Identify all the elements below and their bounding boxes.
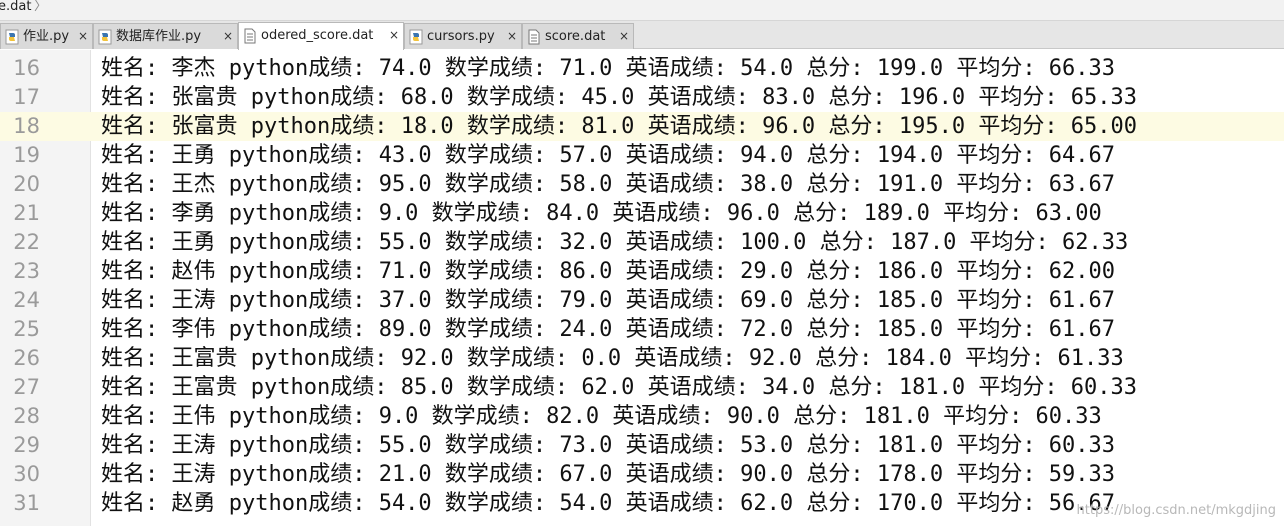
- code-line-text: 姓名: 李勇 python成绩: 9.0 数学成绩: 84.0 英语成绩: 96…: [101, 201, 1102, 226]
- watermark-text: https://blog.csdn.net/mkgdjing: [1076, 503, 1276, 518]
- breadcrumb-file[interactable]: e.dat: [0, 0, 31, 17]
- code-line-text: 姓名: 李杰 python成绩: 74.0 数学成绩: 71.0 英语成绩: 5…: [101, 56, 1116, 81]
- python-file-icon: [5, 29, 19, 45]
- line-number: 24: [13, 288, 40, 312]
- line-number: 31: [13, 491, 40, 515]
- code-line[interactable]: 30 姓名: 王涛 python成绩: 21.0 数学成绩: 67.0 英语成绩:…: [0, 460, 1284, 489]
- editor-tab-bar: 作业.py × 数据库作业.py × odered_score.dat × cu…: [0, 21, 1284, 50]
- code-line[interactable]: 27 姓名: 王富贵 python成绩: 85.0 数学成绩: 62.0 英语成绩…: [0, 373, 1284, 402]
- python-file-icon: [98, 29, 112, 45]
- code-line[interactable]: 17 姓名: 张富贵 python成绩: 68.0 数学成绩: 45.0 英语成绩…: [0, 83, 1284, 112]
- code-line[interactable]: 21 姓名: 李勇 python成绩: 9.0 数学成绩: 84.0 英语成绩: …: [0, 199, 1284, 228]
- code-line-text: 姓名: 赵勇 python成绩: 54.0 数学成绩: 54.0 英语成绩: 6…: [101, 491, 1116, 516]
- code-line-text: 姓名: 王富贵 python成绩: 85.0 数学成绩: 62.0 英语成绩: …: [101, 375, 1138, 400]
- code-line[interactable]: 23 姓名: 赵伟 python成绩: 71.0 数学成绩: 86.0 英语成绩:…: [0, 257, 1284, 286]
- line-number: 29: [13, 433, 40, 457]
- line-number: 20: [13, 172, 40, 196]
- tab-odered-score-dat[interactable]: odered_score.dat ×: [238, 22, 404, 50]
- code-line-text: 姓名: 王伟 python成绩: 9.0 数学成绩: 82.0 英语成绩: 90…: [101, 404, 1102, 429]
- code-line-text: 姓名: 王涛 python成绩: 55.0 数学成绩: 73.0 英语成绩: 5…: [101, 433, 1116, 458]
- python-file-icon: [409, 29, 423, 45]
- code-line-text: 姓名: 李伟 python成绩: 89.0 数学成绩: 24.0 英语成绩: 7…: [101, 317, 1116, 342]
- tab-label: 数据库作业.py: [116, 29, 202, 44]
- code-line-text: 姓名: 王富贵 python成绩: 92.0 数学成绩: 0.0 英语成绩: 9…: [101, 346, 1124, 371]
- code-line[interactable]: 26 姓名: 王富贵 python成绩: 92.0 数学成绩: 0.0 英语成绩:…: [0, 344, 1284, 373]
- close-icon[interactable]: ×: [619, 24, 629, 49]
- tab-label: cursors.py: [427, 29, 495, 44]
- code-line-text: 姓名: 王杰 python成绩: 95.0 数学成绩: 58.0 英语成绩: 3…: [101, 172, 1116, 197]
- text-file-icon: [244, 28, 256, 44]
- line-number: 19: [13, 143, 40, 167]
- close-icon[interactable]: ×: [223, 24, 233, 49]
- breadcrumb-separator: 〉: [34, 0, 48, 14]
- code-line[interactable]: 25 姓名: 李伟 python成绩: 89.0 数学成绩: 24.0 英语成绩:…: [0, 315, 1284, 344]
- line-number: 23: [13, 259, 40, 283]
- line-number: 26: [13, 346, 40, 370]
- line-number: 25: [13, 317, 40, 341]
- tab-shujuku-zuoye-py[interactable]: 数据库作业.py ×: [93, 23, 238, 49]
- line-number: 22: [13, 230, 40, 254]
- code-line[interactable]: 16 姓名: 李杰 python成绩: 74.0 数学成绩: 71.0 英语成绩:…: [0, 54, 1284, 83]
- line-number: 30: [13, 462, 40, 486]
- code-line[interactable]: 29 姓名: 王涛 python成绩: 55.0 数学成绩: 73.0 英语成绩:…: [0, 431, 1284, 460]
- close-icon[interactable]: ×: [507, 24, 517, 49]
- code-line-text: 姓名: 张富贵 python成绩: 18.0 数学成绩: 81.0 英语成绩: …: [101, 114, 1138, 139]
- tab-zuoye-py[interactable]: 作业.py ×: [0, 23, 93, 49]
- line-number: 17: [13, 85, 40, 109]
- code-line[interactable]: 28 姓名: 王伟 python成绩: 9.0 数学成绩: 82.0 英语成绩: …: [0, 402, 1284, 431]
- line-number: 16: [13, 56, 40, 80]
- code-line[interactable]: 18 姓名: 张富贵 python成绩: 18.0 数学成绩: 81.0 英语成绩…: [0, 112, 1284, 141]
- line-number: 21: [13, 201, 40, 225]
- code-line[interactable]: 19 姓名: 王勇 python成绩: 43.0 数学成绩: 57.0 英语成绩:…: [0, 141, 1284, 170]
- tab-cursors-py[interactable]: cursors.py ×: [404, 23, 522, 49]
- code-line-text: 姓名: 张富贵 python成绩: 68.0 数学成绩: 45.0 英语成绩: …: [101, 85, 1138, 110]
- line-number: 18: [13, 114, 40, 138]
- close-icon[interactable]: ×: [78, 24, 88, 49]
- tab-score-dat[interactable]: score.dat ×: [522, 23, 634, 49]
- tab-label: score.dat: [545, 29, 606, 44]
- line-number: 28: [13, 404, 40, 428]
- code-line-text: 姓名: 王涛 python成绩: 21.0 数学成绩: 67.0 英语成绩: 9…: [101, 462, 1116, 487]
- code-line[interactable]: 24 姓名: 王涛 python成绩: 37.0 数学成绩: 79.0 英语成绩:…: [0, 286, 1284, 315]
- code-line-text: 姓名: 赵伟 python成绩: 71.0 数学成绩: 86.0 英语成绩: 2…: [101, 259, 1116, 284]
- tab-label: 作业.py: [23, 29, 70, 44]
- code-line-text: 姓名: 王勇 python成绩: 55.0 数学成绩: 32.0 英语成绩: 1…: [101, 230, 1129, 255]
- code-line[interactable]: 20 姓名: 王杰 python成绩: 95.0 数学成绩: 58.0 英语成绩:…: [0, 170, 1284, 199]
- line-number: 27: [13, 375, 40, 399]
- text-file-icon: [528, 29, 540, 45]
- breadcrumb: e.dat 〉: [0, 0, 1284, 21]
- code-line[interactable]: 22 姓名: 王勇 python成绩: 55.0 数学成绩: 32.0 英语成绩:…: [0, 228, 1284, 257]
- close-icon[interactable]: ×: [389, 23, 399, 48]
- code-line-text: 姓名: 王涛 python成绩: 37.0 数学成绩: 79.0 英语成绩: 6…: [101, 288, 1116, 313]
- tab-label: odered_score.dat: [261, 28, 374, 43]
- code-line-text: 姓名: 王勇 python成绩: 43.0 数学成绩: 57.0 英语成绩: 9…: [101, 143, 1116, 168]
